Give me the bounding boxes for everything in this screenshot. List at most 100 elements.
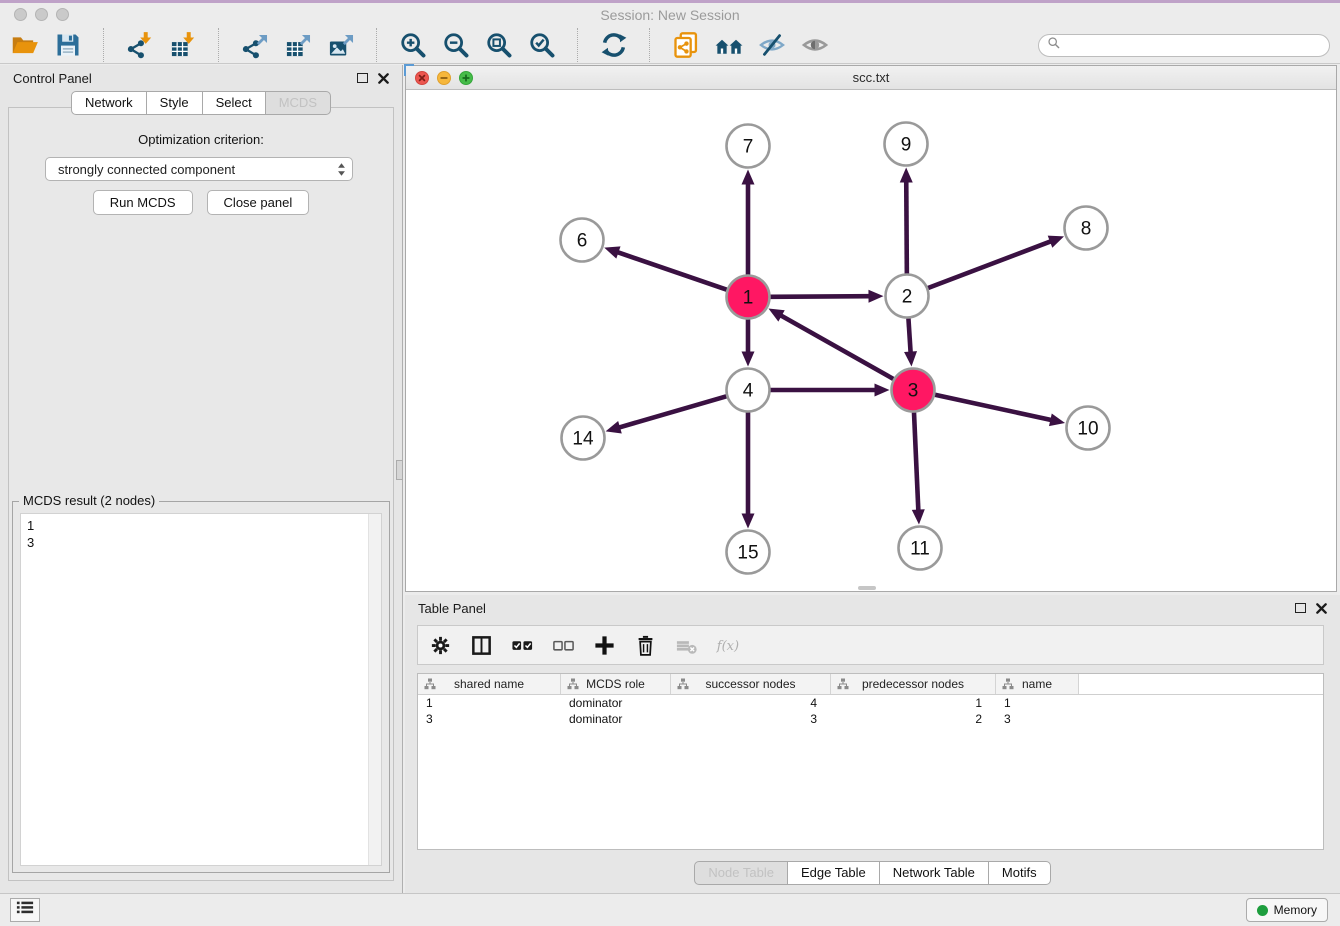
table-columns-icon[interactable] <box>469 633 494 658</box>
memory-button[interactable]: Memory <box>1246 898 1328 922</box>
table-cell[interactable]: 3 <box>671 711 831 727</box>
table-tab-edge-table[interactable]: Edge Table <box>787 861 880 885</box>
edge-3-11[interactable] <box>912 412 925 524</box>
add-row-icon[interactable] <box>592 633 617 658</box>
node-label: 2 <box>902 287 913 308</box>
task-history-button[interactable] <box>10 898 40 922</box>
hide-eye-icon[interactable] <box>757 31 786 60</box>
table-cell[interactable]: 2 <box>831 711 996 727</box>
select-all-icon[interactable] <box>510 633 535 658</box>
edge-3-10[interactable] <box>935 395 1065 426</box>
float-panel-icon[interactable] <box>357 73 368 83</box>
table-cell[interactable]: 1 <box>996 695 1079 711</box>
column-header-name[interactable]: name <box>996 674 1079 694</box>
tab-mcds[interactable]: MCDS <box>265 91 331 115</box>
network-window-titlebar[interactable]: scc.txt <box>406 66 1336 90</box>
search-box[interactable] <box>1038 34 1330 57</box>
zoom-window-button[interactable] <box>56 8 69 21</box>
table-cell[interactable]: 1 <box>418 695 561 711</box>
minimize-view-button[interactable] <box>437 71 451 85</box>
table-cell[interactable]: 3 <box>418 711 561 727</box>
zoom-selected-icon[interactable] <box>527 31 556 60</box>
deselect-all-icon[interactable] <box>551 633 576 658</box>
table-cell[interactable]: 1 <box>831 695 996 711</box>
edge-4-3[interactable] <box>771 384 890 397</box>
show-eye-icon[interactable] <box>800 31 829 60</box>
open-folder-icon[interactable] <box>10 31 39 60</box>
tab-style[interactable]: Style <box>146 91 203 115</box>
export-table-icon[interactable] <box>283 31 312 60</box>
node-10[interactable]: 10 <box>1067 407 1110 450</box>
edge-1-2[interactable] <box>770 290 883 303</box>
close-panel-button[interactable]: Close panel <box>207 190 310 215</box>
run-mcds-button[interactable]: Run MCDS <box>93 190 193 215</box>
arrowhead-icon <box>868 290 883 303</box>
edge-2-9[interactable] <box>900 167 913 273</box>
node-7[interactable]: 7 <box>727 125 770 168</box>
export-network-icon[interactable] <box>240 31 269 60</box>
zoom-in-icon[interactable] <box>398 31 427 60</box>
zoom-out-icon[interactable] <box>441 31 470 60</box>
node-label: 8 <box>1081 219 1092 240</box>
delete-row-icon[interactable] <box>633 633 658 658</box>
close-panel-icon[interactable] <box>378 73 389 84</box>
criterion-dropdown[interactable]: strongly connected component <box>45 157 353 181</box>
node-3[interactable]: 3 <box>892 369 935 412</box>
tab-select[interactable]: Select <box>202 91 266 115</box>
table-tab-node-table[interactable]: Node Table <box>694 861 788 885</box>
minimize-window-button[interactable] <box>35 8 48 21</box>
result-scrollbar[interactable] <box>368 514 381 865</box>
search-input[interactable] <box>1066 36 1321 54</box>
table-cell[interactable]: 4 <box>671 695 831 711</box>
column-header-shared-name[interactable]: shared name <box>418 674 561 694</box>
edge-1-4[interactable] <box>742 320 755 367</box>
node-15[interactable]: 15 <box>727 531 770 574</box>
export-image-icon[interactable] <box>326 31 355 60</box>
edge-2-8[interactable] <box>928 236 1064 288</box>
node-6[interactable]: 6 <box>561 219 604 262</box>
mcds-result-textarea[interactable]: 13 <box>20 513 382 866</box>
column-header-predecessor-nodes[interactable]: predecessor nodes <box>831 674 996 694</box>
column-header-successor-nodes[interactable]: successor nodes <box>671 674 831 694</box>
import-network-icon[interactable] <box>125 31 154 60</box>
edge-3-1[interactable] <box>768 309 893 379</box>
zoom-fit-icon[interactable] <box>484 31 513 60</box>
edge-1-7[interactable] <box>742 170 755 275</box>
edge-4-14[interactable] <box>606 396 727 433</box>
network-canvas[interactable]: 1 2 3 4 6 7 8 9 10 11 14 15 <box>406 90 1336 591</box>
node-9[interactable]: 9 <box>885 123 928 166</box>
node-14[interactable]: 14 <box>562 417 605 460</box>
edge-1-6[interactable] <box>604 246 726 289</box>
table-cell[interactable]: dominator <box>561 695 671 711</box>
splitter-grip[interactable] <box>396 460 403 480</box>
canvas-hscroll-handle[interactable] <box>858 586 876 590</box>
close-view-button[interactable] <box>415 71 429 85</box>
node-2[interactable]: 2 <box>886 275 929 318</box>
node-11[interactable]: 11 <box>899 527 942 570</box>
import-table-icon[interactable] <box>168 31 197 60</box>
close-table-panel-icon[interactable] <box>1316 603 1327 614</box>
table-cell[interactable]: 3 <box>996 711 1079 727</box>
control-panel-tabs: NetworkStyleSelectMCDS <box>0 91 402 115</box>
tab-network[interactable]: Network <box>71 91 147 115</box>
edge-4-15[interactable] <box>742 413 755 529</box>
table-row[interactable]: 3dominator323 <box>418 711 1323 727</box>
table-cell[interactable]: dominator <box>561 711 671 727</box>
maximize-view-button[interactable] <box>459 71 473 85</box>
arrowhead-icon <box>1049 413 1065 426</box>
table-row[interactable]: 1dominator411 <box>418 695 1323 711</box>
houses-icon[interactable] <box>714 31 743 60</box>
node-8[interactable]: 8 <box>1065 207 1108 250</box>
gear-icon[interactable] <box>428 633 453 658</box>
save-icon[interactable] <box>53 31 82 60</box>
table-tab-motifs[interactable]: Motifs <box>988 861 1051 885</box>
node-1[interactable]: 1 <box>727 276 770 319</box>
copy-network-icon[interactable] <box>671 31 700 60</box>
node-4[interactable]: 4 <box>727 369 770 412</box>
refresh-layout-icon[interactable] <box>599 31 628 60</box>
float-table-panel-icon[interactable] <box>1295 603 1306 613</box>
edge-2-3[interactable] <box>904 318 917 366</box>
column-header-MCDS-role[interactable]: MCDS role <box>561 674 671 694</box>
table-tab-network-table[interactable]: Network Table <box>879 861 989 885</box>
close-window-button[interactable] <box>14 8 27 21</box>
